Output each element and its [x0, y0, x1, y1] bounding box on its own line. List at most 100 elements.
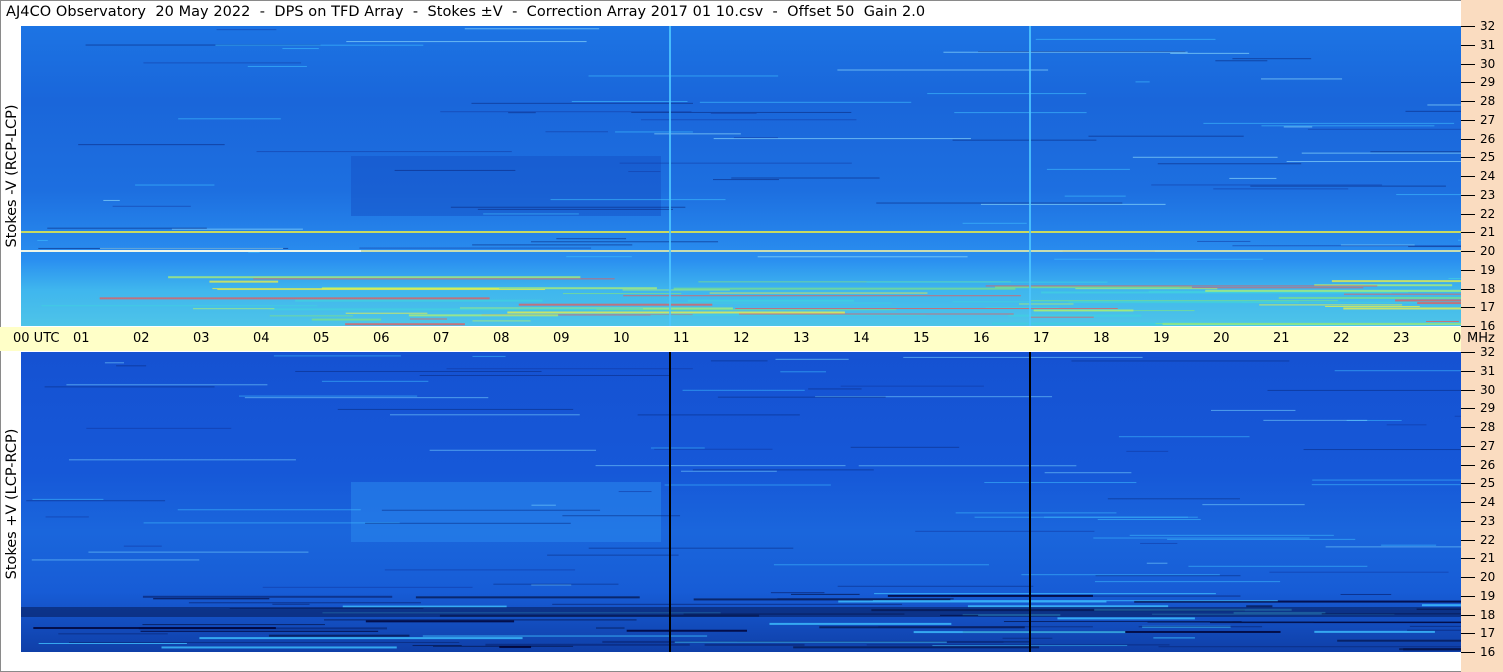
rfi-streak: [1334, 370, 1461, 372]
frequency-tick: [1461, 195, 1475, 196]
rfi-streak: [693, 598, 951, 601]
rfi-streak: [1427, 104, 1461, 106]
time-tick-label: 11: [673, 331, 690, 346]
rfi-streak: [499, 646, 532, 649]
rfi-streak: [311, 318, 382, 321]
rfi-streak: [654, 448, 773, 450]
rfi-streak: [984, 482, 1137, 484]
frequency-tick-label: 19: [1480, 589, 1496, 603]
frequency-tick: [1461, 289, 1475, 290]
rfi-streak: [628, 171, 661, 173]
rfi-streak: [272, 603, 310, 605]
rfi-streak: [757, 256, 968, 258]
rfi-streak: [1259, 304, 1403, 306]
frequency-tick: [1461, 390, 1475, 391]
rfi-streak: [99, 247, 284, 249]
rfi-streak: [324, 619, 637, 621]
rfi-streak: [1068, 301, 1299, 304]
rfi-streak: [967, 605, 1169, 608]
rfi-streak: [446, 368, 693, 370]
rfi-streak: [1278, 296, 1461, 299]
rfi-streak: [408, 314, 559, 317]
rfi-streak: [140, 630, 379, 632]
time-tick-label: 18: [1093, 331, 1110, 346]
rfi-streak: [1155, 323, 1461, 325]
rfi-streak: [493, 583, 619, 585]
rfi-streak: [681, 470, 777, 472]
rfi-band: [21, 231, 1461, 233]
rfi-streak: [44, 386, 215, 388]
rfi-streak: [1158, 646, 1461, 648]
rfi-streak: [422, 635, 708, 637]
frequency-tick: [1461, 615, 1475, 616]
frequency-tick-label: 20: [1480, 570, 1496, 584]
rfi-streak: [464, 28, 600, 30]
rfi-streak: [1147, 621, 1314, 623]
rfi-streak: [1343, 307, 1461, 310]
rfi-streak: [346, 41, 587, 43]
rfi-streak: [1421, 604, 1461, 607]
rfi-streak: [68, 459, 296, 461]
time-tick-label: 09: [553, 331, 570, 346]
frequency-tick-label: 17: [1480, 300, 1496, 314]
time-tick-label: 07: [433, 331, 450, 346]
top-panel-ylabel: Stokes -V (RCP-LCP): [4, 104, 20, 248]
rfi-streak: [1179, 287, 1364, 289]
rfi-streak: [256, 151, 512, 153]
frequency-tick-label: 26: [1480, 458, 1496, 472]
rfi-streak: [985, 307, 1059, 309]
frequency-tick-label: 18: [1480, 282, 1496, 296]
rfi-streak: [626, 629, 748, 632]
rfi-streak: [161, 646, 397, 649]
frequency-tick-label: 17: [1480, 626, 1496, 640]
rfi-streak: [1008, 314, 1142, 317]
rfi-streak: [217, 289, 546, 291]
rfi-streak: [135, 184, 215, 186]
frequency-tick: [1461, 465, 1475, 466]
rfi-streak: [1370, 151, 1461, 153]
rfi-streak: [37, 239, 48, 241]
rfi-streak: [66, 384, 268, 386]
rfi-streak: [837, 69, 1049, 71]
rfi-streak: [654, 133, 741, 135]
rfi-streak: [153, 598, 270, 600]
spectrogram-bottom-panel: [21, 352, 1461, 652]
rfi-streak: [1018, 303, 1074, 305]
rfi-streak: [212, 288, 500, 290]
rfi-streak: [389, 414, 580, 416]
rfi-streak: [262, 586, 473, 588]
time-tick-label: 17: [1033, 331, 1050, 346]
rfi-streak: [713, 179, 779, 181]
rfi-streak: [1093, 537, 1310, 539]
frequency-tick-label: 22: [1480, 533, 1496, 547]
rfi-streak: [1129, 534, 1334, 536]
rfi-streak: [244, 397, 489, 399]
rfi-streak: [1153, 637, 1195, 639]
rfi-streak: [618, 491, 652, 493]
rfi-streak: [88, 551, 309, 553]
rfi-streak: [419, 374, 671, 376]
rfi-streak: [866, 644, 1170, 646]
rfi-streak: [507, 311, 845, 314]
rfi-streak: [1167, 538, 1356, 540]
rfi-streak: [952, 139, 1097, 141]
rfi-streak: [1232, 245, 1461, 247]
frequency-tick-label: 23: [1480, 514, 1496, 528]
rfi-streak: [588, 75, 779, 77]
rfi-streak: [99, 297, 490, 300]
frequency-tick-label: 29: [1480, 75, 1496, 89]
rfi-streak: [769, 622, 952, 625]
rfi-band: [21, 250, 361, 252]
frequency-tick: [1461, 307, 1475, 308]
rfi-streak: [566, 256, 632, 258]
rfi-streak: [365, 522, 571, 524]
rfi-streak: [980, 203, 1166, 205]
rfi-streak: [1033, 309, 1134, 312]
frequency-tick: [1461, 596, 1475, 597]
rfi-streak: [1312, 479, 1461, 481]
frequency-tick: [1461, 558, 1475, 559]
rfi-streak: [345, 312, 428, 314]
time-tick-label: 23: [1393, 331, 1410, 346]
rfi-streak: [215, 44, 424, 46]
rfi-streak: [1325, 306, 1420, 308]
